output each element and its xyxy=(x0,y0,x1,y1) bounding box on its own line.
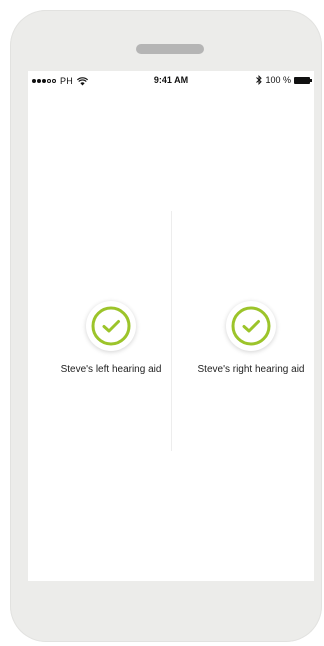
left-hearing-aid[interactable]: Steve's left hearing aid xyxy=(51,301,171,376)
bluetooth-icon xyxy=(256,75,263,85)
battery-percentage: 100 % xyxy=(265,75,291,85)
right-hearing-aid[interactable]: Steve's right hearing aid xyxy=(191,301,311,376)
phone-speaker xyxy=(136,44,204,54)
left-aid-status xyxy=(86,301,136,351)
checkmark-icon xyxy=(91,306,131,346)
battery-icon xyxy=(294,76,312,84)
right-aid-status xyxy=(226,301,276,351)
status-bar: PH 9:41 AM 100 % xyxy=(28,71,314,91)
right-aid-label: Steve's right hearing aid xyxy=(197,364,305,375)
center-divider xyxy=(171,211,172,451)
left-aid-label: Steve's left hearing aid xyxy=(60,364,162,375)
app-screen: PH 9:41 AM 100 % Steve's left hearing ai… xyxy=(28,71,314,581)
status-right: 100 % xyxy=(256,75,312,85)
checkmark-icon xyxy=(231,306,271,346)
phone-frame: PH 9:41 AM 100 % Steve's left hearing ai… xyxy=(10,10,322,642)
